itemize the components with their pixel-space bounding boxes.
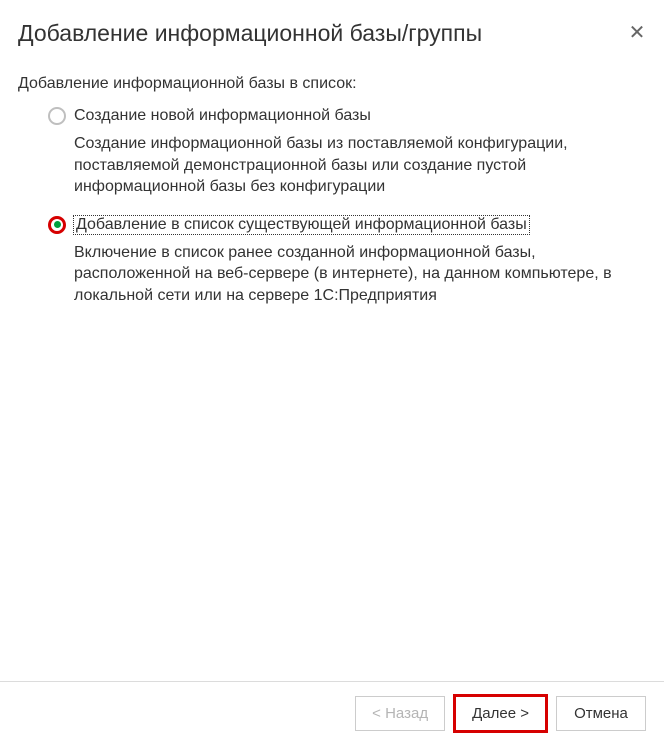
option-create-header[interactable]: Создание новой информационной базы bbox=[48, 107, 646, 125]
option-create-new: Создание новой информационной базы Созда… bbox=[18, 107, 646, 198]
option-create-desc: Создание информационной базы из поставля… bbox=[48, 133, 646, 198]
dialog-footer: < Назад Далее > Отмена bbox=[0, 682, 664, 749]
option-add-existing: Добавление в список существующей информа… bbox=[18, 216, 646, 307]
radio-checked-icon[interactable] bbox=[48, 216, 66, 234]
dialog-content: Добавление информационной базы в список:… bbox=[18, 75, 646, 681]
option-existing-desc: Включение в список ранее созданной инфор… bbox=[48, 242, 646, 307]
title-bar: Добавление информационной базы/группы ✕ bbox=[18, 20, 646, 47]
prompt-text: Добавление информационной базы в список: bbox=[18, 75, 646, 93]
option-create-label: Создание новой информационной базы bbox=[74, 107, 371, 125]
next-button[interactable]: Далее > bbox=[455, 696, 546, 731]
dialog-window: Добавление информационной базы/группы ✕ … bbox=[0, 0, 664, 681]
option-existing-label: Добавление в список существующей информа… bbox=[74, 216, 529, 234]
close-icon[interactable]: ✕ bbox=[628, 20, 646, 43]
cancel-button[interactable]: Отмена bbox=[556, 696, 646, 731]
dialog-title: Добавление информационной базы/группы bbox=[18, 20, 482, 47]
option-existing-header[interactable]: Добавление в список существующей информа… bbox=[48, 216, 646, 234]
back-button: < Назад bbox=[355, 696, 445, 731]
radio-unchecked-icon[interactable] bbox=[48, 107, 66, 125]
